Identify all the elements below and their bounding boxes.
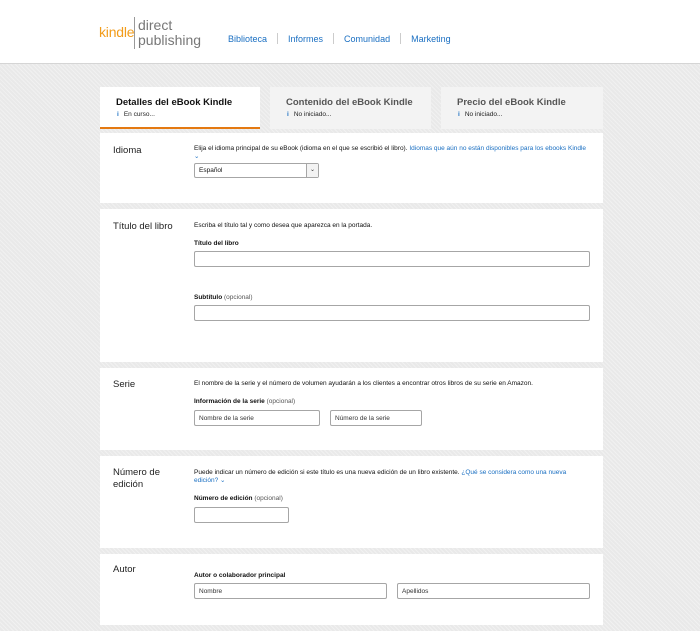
section-label: Autor [113,564,136,575]
tab-status: i En curso... [117,111,155,118]
edicion-description: Puede indicar un número de edición si es… [194,469,589,485]
edicion-section: Número de edición Puede indicar un númer… [100,456,603,548]
serie-section: Serie El nombre de la serie y el número … [100,368,603,450]
info-icon: i [287,111,289,118]
tab-status-text: No iniciado... [464,111,503,118]
tab-title: Precio del eBook Kindle [457,97,566,108]
info-icon: i [458,111,460,118]
logo-publishing-text: publishing [138,32,202,48]
subtitle-input[interactable] [194,305,590,321]
chevron-down-icon: ⌄ [194,153,200,160]
tab-status-text: En curso... [123,111,155,118]
nav-link-informes[interactable]: Informes [288,34,323,44]
series-number-input[interactable] [330,410,422,426]
field-label-text: Número de edición [194,495,253,502]
description-text: Puede indicar un número de edición si es… [194,469,460,476]
title-input[interactable] [194,251,590,267]
chevron-down-icon: ⌄ [220,477,226,484]
tab-title: Detalles del eBook Kindle [116,97,233,108]
section-label: Serie [113,379,136,390]
author-first-name-input[interactable] [194,583,387,599]
tab-status: i No iniciado... [287,111,331,118]
titulo-description: Escriba el título tal y como desea que a… [194,222,373,229]
nav-separator [277,33,279,44]
tab-title: Contenido del eBook Kindle [286,97,413,108]
top-header: kindle direct publishing Biblioteca Infor… [0,0,700,64]
optional-text: (opcional) [266,398,296,405]
nav-link-marketing[interactable]: Marketing [411,34,451,44]
nav-link-biblioteca[interactable]: Biblioteca [228,34,267,44]
info-icon: i [117,111,119,118]
tab-status-text: No iniciado... [293,111,332,118]
titulo-section: Título del libro Escriba el título tal y… [100,209,603,362]
main-nav: Biblioteca Informes Comunidad Marketing [218,33,451,44]
nav-separator [400,33,402,44]
field-label-text: Subtítulo [194,294,223,301]
nav-separator [333,33,335,44]
tab-detalles[interactable]: Detalles del eBook Kindle i En curso... [100,87,260,129]
edition-field-label: Número de edición (opcional) [194,495,283,502]
tab-status: i No iniciado... [458,111,502,118]
section-label: Idioma [113,145,142,156]
dropdown-arrow-icon: ⌄ [306,164,318,177]
optional-text: (opcional) [223,294,253,301]
series-name-input[interactable] [194,410,320,426]
subtitle-field-label: Subtítulo (opcional) [194,294,253,301]
section-label: Número de edición [113,467,160,490]
logo-direct-text: direct [138,17,173,33]
tab-precio[interactable]: Precio del eBook Kindle i No iniciado... [441,87,603,129]
author-field-label: Autor o colaborador principal [194,572,286,579]
edition-number-input[interactable] [194,507,289,523]
series-field-label: Información de la serie (opcional) [194,398,295,405]
autor-section: Autor Autor o colaborador principal [100,554,603,625]
optional-text: (opcional) [254,495,283,502]
idioma-description: Elija el idioma principal de su eBook (i… [194,145,589,161]
nav-link-comunidad[interactable]: Comunidad [344,34,390,44]
field-label-text: Información de la serie [194,398,265,405]
author-last-name-input[interactable] [397,583,590,599]
section-label: Título del libro [113,221,173,232]
logo-divider [134,17,135,49]
select-value: Español [199,167,223,174]
serie-description: El nombre de la serie y el número de vol… [194,380,533,387]
tab-contenido[interactable]: Contenido del eBook Kindle i No iniciado.… [270,87,431,129]
link-text: Idiomas que aún no están disponibles par… [409,145,587,152]
logo-kindle-text: kindle [99,24,135,40]
description-text: Elija el idioma principal de su eBook (i… [194,145,408,152]
language-select[interactable]: Español ⌄ [194,163,319,178]
idioma-section: Idioma Elija el idioma principal de su e… [100,133,603,203]
title-field-label: Título del libro [194,240,239,247]
